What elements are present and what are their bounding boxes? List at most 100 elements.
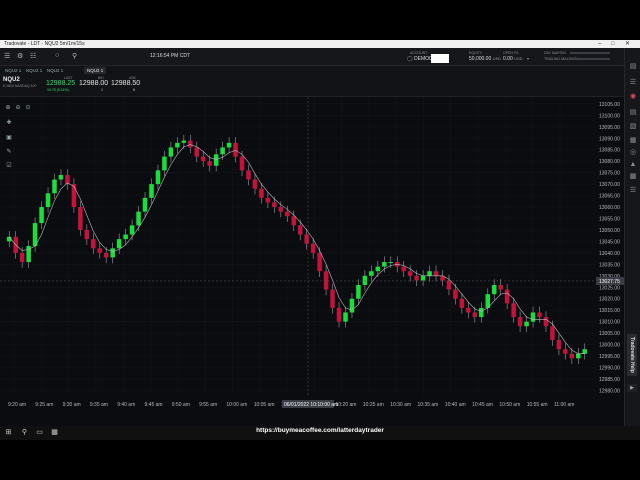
x-tick-label: 10:45 am	[472, 402, 493, 408]
tradovate-help-tab[interactable]: Tradovate Help	[627, 334, 637, 376]
candle-body	[420, 275, 426, 281]
candle-body	[446, 280, 452, 290]
list-icon[interactable]: ☰	[628, 186, 638, 196]
y-tick-label: 13020.00	[599, 297, 620, 303]
price-chart[interactable]: 13105.00 13100.00 13095.00 13090.00 13085.00…	[0, 97, 624, 426]
trophy-icon[interactable]: ▲	[628, 160, 638, 170]
bell-icon[interactable]: ○	[55, 52, 59, 59]
candle-body	[103, 252, 109, 258]
day-margin-label: DAY MARGIN	[544, 51, 566, 55]
pencil-icon[interactable]: ✎	[5, 148, 13, 156]
candle-body	[52, 179, 57, 194]
menu-icon[interactable]: ☰	[4, 52, 10, 60]
y-tick-label: 12980.00	[599, 388, 620, 394]
candle-body	[71, 184, 77, 208]
quote-symbol[interactable]: NQU2	[3, 77, 20, 83]
open-pl-unit: USD	[514, 56, 523, 61]
globe-icon[interactable]: ◎	[628, 148, 638, 158]
y-tick-label: 12990.00	[599, 365, 620, 371]
x-tick-label: 9:25 am	[35, 402, 53, 408]
y-tick-label: 13060.00	[599, 205, 620, 211]
y-tick-label: 13055.00	[599, 216, 620, 222]
maximize-icon[interactable]: □	[611, 40, 615, 48]
calendar-icon[interactable]: ▦	[628, 136, 638, 146]
crosshair-date-label: 06/01/2022 10:10:00 am	[284, 402, 338, 408]
candle-body	[427, 271, 432, 276]
y-tick-label: 13005.00	[599, 331, 620, 337]
x-tick-label: 10:05 am	[254, 402, 275, 408]
quote-icon[interactable]: ▤	[628, 62, 638, 72]
candle-body	[84, 229, 90, 240]
candle-body	[491, 284, 497, 295]
search-icon[interactable]: ⚲	[72, 52, 77, 60]
tab-chart-2[interactable]: NQU2 1	[23, 67, 45, 74]
candle-body	[498, 284, 503, 290]
crosshair-icon[interactable]: ✚	[5, 119, 13, 127]
candle-body	[194, 147, 200, 157]
notifications-icon[interactable]: ◉	[628, 92, 638, 102]
equity-unit: USD	[492, 56, 502, 61]
open-pl-label: OPEN P/L	[503, 51, 520, 55]
bid-price[interactable]: 12988.00	[79, 80, 108, 87]
y-tick-label: 12985.00	[599, 377, 620, 383]
open-pl-value: 0.00 USD	[503, 56, 523, 62]
candle-body	[362, 275, 368, 285]
y-tick-label: 13035.00	[599, 262, 620, 268]
candle-body	[129, 225, 135, 235]
tab-chart-4[interactable]: NQU2 1	[84, 67, 107, 74]
trash-icon[interactable]: ▣	[5, 134, 13, 142]
lock-icon[interactable]: ☑	[5, 162, 13, 170]
close-icon[interactable]: ✕	[625, 40, 630, 48]
candle-body	[265, 197, 271, 203]
candle-body	[479, 307, 484, 318]
dom-icon[interactable]: ▩	[628, 172, 638, 182]
y-tick-label: 13045.00	[599, 239, 620, 245]
y-tick-label: 13040.00	[599, 251, 620, 257]
candle-body	[414, 275, 419, 281]
candle-body	[162, 156, 167, 171]
candle-body	[356, 284, 361, 299]
chart-icon[interactable]: ▤	[628, 108, 638, 118]
candle-body	[382, 262, 387, 267]
trail-margin-bar	[570, 58, 610, 60]
candlestick-chart[interactable]: 13105.00 13100.00 13095.00 13090.00 13085.00…	[0, 97, 624, 426]
settings-icon[interactable]: ⚙	[17, 52, 23, 60]
crosshair-price-label: 13027.75	[599, 279, 620, 285]
orders-icon[interactable]: ☰	[628, 78, 638, 88]
candle-body	[175, 142, 180, 148]
candle-body	[252, 179, 258, 189]
add-icon[interactable]: ☷	[30, 52, 36, 60]
y-tick-label: 13105.00	[599, 102, 620, 108]
y-tick-label: 13065.00	[599, 194, 620, 200]
candle-body	[246, 170, 251, 180]
account-select[interactable]: ◯ DEMO03	[407, 54, 451, 63]
account-label: ACCOUNT	[410, 51, 428, 55]
tab-chart-1[interactable]: NQU2 1	[2, 67, 24, 74]
x-tick-label: 11:00 am	[554, 402, 574, 408]
candle-body	[330, 289, 335, 308]
quote-description: E-MINI NASDAQ 100	[3, 84, 37, 88]
tab-chart-3[interactable]: NQU2 1	[44, 67, 66, 74]
candle-body	[110, 248, 115, 258]
y-tick-label: 12995.00	[599, 354, 620, 360]
app-window: ☰ ⚙ ☷ ○ ⚲ 12:16:54 PM CDT ACCOUNT ◯ DEMO…	[0, 48, 640, 426]
top-bar: ☰ ⚙ ☷ ○ ⚲ 12:16:54 PM CDT ACCOUNT ◯ DEMO…	[0, 48, 640, 66]
candle-body	[504, 289, 510, 304]
minimize-icon[interactable]: –	[598, 40, 601, 48]
candle-body	[336, 307, 342, 322]
zoom-fit-icon[interactable]: ⊙	[24, 104, 32, 112]
candle-body	[556, 339, 562, 350]
open-pl-caret-icon[interactable]: ▾	[527, 56, 529, 61]
zoom-in-icon[interactable]: ⊕	[4, 104, 12, 112]
zoom-out-icon[interactable]: ⊖	[14, 104, 22, 112]
scroll-right-icon[interactable]: ▶	[627, 384, 637, 392]
candle-body	[58, 174, 64, 180]
news-icon[interactable]: ▧	[628, 122, 638, 132]
candle-body	[285, 211, 290, 217]
ask-price[interactable]: 12988.50	[111, 80, 140, 87]
candle-body	[582, 349, 588, 354]
candle-body	[530, 312, 536, 322]
candle-body	[19, 252, 25, 263]
candle-body	[155, 170, 161, 185]
equity-value: 50,000.00 USD	[469, 56, 501, 62]
